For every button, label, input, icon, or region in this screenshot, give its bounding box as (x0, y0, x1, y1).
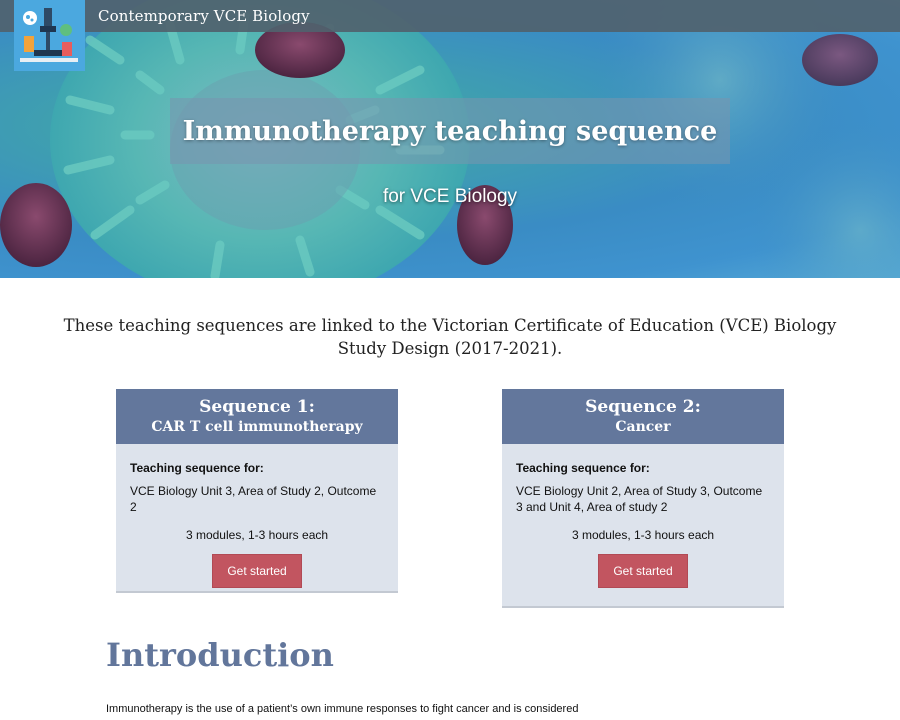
teaching-sequence-label: Teaching sequence for: (516, 461, 650, 475)
sequence-card-header: Sequence 1: CAR T cell immunotherapy (116, 389, 398, 444)
sequence-name: CAR T cell immunotherapy (151, 418, 363, 435)
sequence-number: Sequence 1: (199, 396, 315, 417)
site-logo[interactable] (14, 0, 85, 71)
hero-title-box: Immunotherapy teaching sequence (170, 98, 730, 164)
introduction-paragraph: Immunotherapy is the use of a patient’s … (106, 703, 579, 715)
page-title: Immunotherapy teaching sequence (182, 115, 718, 147)
sequence-number: Sequence 2: (585, 396, 701, 417)
site-title[interactable]: Contemporary VCE Biology (98, 7, 310, 25)
modules-info: 3 modules, 1-3 hours each (185, 528, 329, 542)
unit-description: VCE Biology Unit 3, Area of Study 2, Out… (130, 484, 377, 514)
sequence-card-body: Teaching sequence for: VCE Biology Unit … (502, 444, 784, 588)
sequence-card-body: Teaching sequence for: VCE Biology Unit … (116, 444, 398, 588)
get-started-button-sequence-2[interactable]: Get started (598, 554, 688, 588)
sequence-card-2: Sequence 2: Cancer Teaching sequence for… (502, 389, 784, 608)
microscope-science-logo-icon (14, 0, 85, 71)
sequence-card-header: Sequence 2: Cancer (502, 389, 784, 444)
introduction-heading: Introduction (106, 636, 334, 674)
hero-subtitle: for VCE Biology (382, 186, 518, 207)
teaching-sequence-label: Teaching sequence for: (130, 461, 264, 475)
modules-info: 3 modules, 1-3 hours each (571, 528, 715, 542)
sequence-name: Cancer (615, 418, 671, 435)
get-started-button-sequence-1[interactable]: Get started (212, 554, 302, 588)
intro-lead-text: These teaching sequences are linked to t… (63, 316, 837, 358)
sequence-card-1: Sequence 1: CAR T cell immunotherapy Tea… (116, 389, 398, 593)
unit-description: VCE Biology Unit 2, Area of Study 3, Out… (516, 484, 763, 514)
hero-banner: Contemporary VCE Biology Immunotherapy t… (0, 0, 900, 278)
